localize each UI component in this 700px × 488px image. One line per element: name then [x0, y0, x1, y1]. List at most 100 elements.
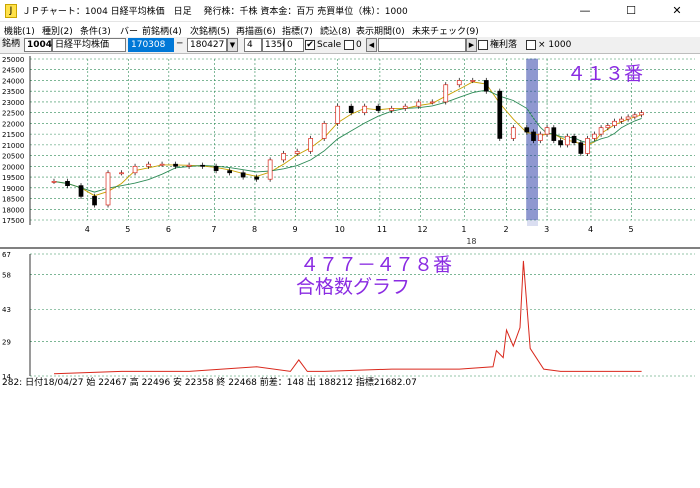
candle-body	[281, 153, 286, 161]
candle-body	[200, 164, 205, 167]
price-annotation: ４１３番	[567, 63, 643, 85]
candle-body	[294, 150, 300, 154]
sub-annotation-line2: 合格数グラフ	[296, 276, 410, 298]
app-icon: J	[5, 4, 17, 18]
candle-body	[558, 140, 563, 146]
candle-body	[612, 120, 617, 126]
candle-body	[551, 127, 557, 141]
price-x-axis: 4 5 6 7 8 9 10 11 12 1 2 3 4 5	[85, 225, 634, 234]
menu-redraw[interactable]: 再描画(6)	[236, 24, 276, 37]
value1-input[interactable]: 1350	[262, 38, 288, 52]
candle-body	[544, 127, 550, 135]
year-label: 18	[466, 237, 476, 246]
candle-body	[254, 176, 259, 180]
candle-body	[105, 172, 111, 206]
scale-label: Scale	[317, 40, 342, 50]
candle-body	[348, 105, 354, 114]
scale-checkbox[interactable]: ✔	[305, 40, 315, 50]
chart-svg: 17500 18000 18500 19000 19500 20000 20500 21000…	[0, 56, 700, 388]
month-tick-label: 5	[125, 225, 130, 234]
candle-body	[591, 133, 597, 139]
candle-body	[632, 114, 638, 118]
minimize-button[interactable]: —	[562, 0, 608, 22]
close-button[interactable]: ✕	[654, 0, 700, 22]
price-tick-label: 22000	[2, 120, 24, 128]
month-tick-label: 4	[588, 225, 593, 234]
price-tick-label: 20000	[2, 163, 24, 171]
price-tick-label: 22500	[2, 110, 24, 118]
price-tick-label: 24500	[2, 67, 24, 75]
candle-body	[92, 196, 97, 206]
candle-body	[51, 181, 57, 183]
menu-type[interactable]: 種別(2)	[42, 24, 73, 37]
to-date-input[interactable]: 180427	[187, 38, 227, 52]
month-tick-label: 1	[461, 225, 466, 234]
zero-label: 0	[356, 40, 362, 50]
price-tick-label: 23500	[2, 88, 24, 96]
thousand-checkbox[interactable]	[526, 40, 536, 50]
candle-body	[240, 172, 246, 178]
kenri-checkbox[interactable]	[478, 40, 488, 50]
sub-tick-label: 58	[2, 272, 11, 280]
candle-body	[483, 80, 489, 92]
kenri-label: 権利落	[490, 40, 518, 50]
status-line: 282: 日付18/04/27 始 22467 高 22496 安 22358 …	[2, 376, 417, 388]
from-date-input[interactable]: 170308	[128, 38, 174, 52]
candle-body	[429, 101, 435, 104]
menu-display-period[interactable]: 表示期間(0)	[356, 24, 405, 37]
sub-tick-label: 43	[2, 306, 11, 314]
menu-load[interactable]: 読込(8)	[320, 24, 351, 37]
month-tick-label: 6	[166, 225, 171, 234]
value2-input[interactable]: 0	[284, 38, 304, 52]
menu-prev-stock[interactable]: 前銘柄(4)	[142, 24, 182, 37]
title-bar: J ＪＰチャート：1004 日経平均株価 日足 発行株：千株 資本金：百万 売買…	[0, 0, 700, 22]
price-y-axis: 17500 18000 18500 19000 19500 20000 20500 21000…	[2, 56, 24, 225]
candle-body	[571, 135, 577, 144]
period-input[interactable]: 4	[244, 38, 262, 52]
to-date-dropdown-icon[interactable]: ▼	[227, 38, 238, 52]
price-tick-label: 23000	[2, 99, 24, 107]
candle-body	[186, 164, 192, 167]
menu-future-check[interactable]: 未来チェック(9)	[412, 24, 479, 37]
thousand-label: × 1000	[538, 40, 572, 50]
menu-bar-item[interactable]: バー	[120, 24, 138, 37]
candle-body	[537, 133, 543, 141]
zero-checkbox[interactable]	[344, 40, 354, 50]
candle-body	[78, 185, 84, 197]
menu-indicator[interactable]: 指標(7)	[282, 24, 313, 37]
price-tick-label: 21500	[2, 131, 24, 139]
candlesticks	[51, 77, 644, 208]
candle-body	[443, 84, 449, 103]
candle-body	[605, 125, 611, 129]
candle-body	[619, 118, 624, 122]
month-tick-label: 8	[252, 225, 257, 234]
candle-body	[375, 105, 381, 111]
stock-name-field: 日経平均株価	[52, 38, 126, 52]
candle-body	[564, 135, 570, 146]
maximize-button[interactable]: ☐	[608, 0, 654, 22]
candle-body	[308, 138, 314, 152]
price-tick-label: 24000	[2, 77, 24, 85]
menu-condition[interactable]: 条件(3)	[80, 24, 111, 37]
scroll-right-button[interactable]: ▶	[466, 38, 477, 52]
menu-bar: 機能(1) 種別(2) 条件(3) バー 前銘柄(4) 次銘柄(5) 再描画(6…	[0, 22, 700, 37]
price-tick-label: 20500	[2, 153, 24, 161]
price-tick-label: 17500	[2, 217, 24, 225]
price-tick-label: 21000	[2, 142, 24, 150]
menu-next-stock[interactable]: 次銘柄(5)	[190, 24, 230, 37]
sub-tick-label: 67	[2, 251, 11, 259]
price-tick-label: 25000	[2, 56, 24, 64]
menu-function[interactable]: 機能(1)	[4, 24, 35, 37]
candle-body	[524, 127, 530, 133]
scroll-left-button[interactable]: ◀	[366, 38, 377, 52]
candle-body	[362, 105, 368, 114]
price-tick-label: 19000	[2, 185, 24, 193]
scroll-track[interactable]	[378, 38, 466, 52]
code-input[interactable]: 1004	[24, 38, 52, 52]
candle-body	[119, 172, 124, 175]
candle-body	[146, 163, 151, 167]
window-title: ＪＰチャート：1004 日経平均株価 日足 発行株：千株 資本金：百万 売買単位…	[22, 7, 408, 17]
chart-area: 17500 18000 18500 19000 19500 20000 20500 21000…	[0, 54, 700, 488]
sub-y-axis: 6758432914	[2, 251, 11, 381]
month-tick-label: 9	[292, 225, 297, 234]
